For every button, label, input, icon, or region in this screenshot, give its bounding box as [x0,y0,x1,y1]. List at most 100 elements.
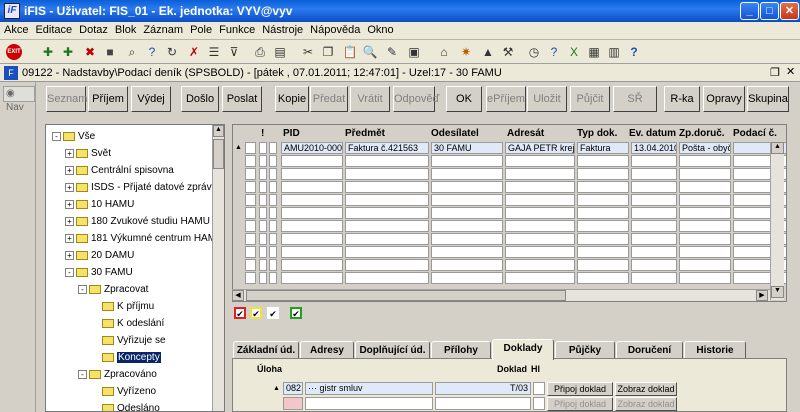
row-checkbox[interactable] [245,168,256,180]
grid-cell[interactable] [505,220,575,232]
grid-cell[interactable]: Faktura [577,142,629,154]
save-icon[interactable]: ■ [102,44,118,60]
legend-check-white[interactable]: ✔ [267,307,279,319]
tree-node[interactable]: Vyřízeno [91,384,156,400]
menu-item-2[interactable]: Dotaz [75,22,111,36]
row-flag-cell[interactable] [269,233,277,245]
tree-scrollbar[interactable]: ▲ [212,125,224,411]
window-icon[interactable]: ▣ [406,44,422,60]
row-checkbox[interactable] [245,220,256,232]
grid-cell[interactable] [345,246,429,258]
menu-item-4[interactable]: Záznam [139,22,186,36]
row-flag-cell[interactable] [259,246,267,258]
doklad-code-cell[interactable]: 082 [283,382,303,395]
find-icon[interactable]: ? [144,44,160,60]
grid-cell[interactable] [505,233,575,245]
grid-scroll-down[interactable]: ▼ [771,286,784,298]
menu-item-7[interactable]: Nástroje [258,22,306,36]
button-skupina[interactable]: Skupina [747,86,789,112]
button-epříjem[interactable]: ePříjem [486,86,526,112]
zobraz-doklad-button-2[interactable]: Zobraz doklad [615,397,677,411]
doklad-value-cell-empty[interactable] [435,397,531,410]
row-checkbox[interactable] [245,155,256,167]
grid-cell[interactable] [505,181,575,193]
grid-cell[interactable] [505,155,575,167]
button-opravy[interactable]: Opravy [703,86,745,112]
row-flag-cell[interactable] [269,181,277,193]
nav-button[interactable]: ◉ Nav [3,86,35,113]
inner-close-icon[interactable]: ✕ [786,65,795,78]
copy-icon[interactable]: ❐ [320,44,336,60]
tab-4[interactable]: Doklady [492,339,554,360]
expand-icon[interactable]: + [65,216,74,226]
grid-cell[interactable] [577,168,629,180]
legend-check-red[interactable]: ✔ [234,307,246,319]
row-flag-cell[interactable] [259,181,267,193]
tree-node[interactable]: - 30 FAMU [65,265,133,281]
maximize-button[interactable]: □ [760,2,779,20]
expand-icon[interactable]: + [65,199,74,209]
tree-node[interactable]: K odeslání [91,316,164,332]
grid-cell[interactable] [281,259,343,271]
grid-cell[interactable] [281,194,343,206]
restore-icon[interactable]: ❐ [770,66,780,79]
grid-cell[interactable] [679,220,731,232]
grid-cell[interactable] [679,233,731,245]
grid-cell[interactable] [679,168,731,180]
exit-icon[interactable]: EXIT [6,44,22,60]
tab-1[interactable]: Adresy [300,341,354,359]
tree-node[interactable]: - Vše [52,129,95,145]
list-icon[interactable]: ☰ [206,44,222,60]
grid-cell[interactable] [577,194,629,206]
grid-cell[interactable] [431,259,503,271]
tab-6[interactable]: Doručení [616,341,683,359]
grid-cell[interactable] [281,220,343,232]
row-flag-cell[interactable] [269,259,277,271]
menu-item-0[interactable]: Akce [0,22,31,36]
row-flag-cell[interactable] [269,155,277,167]
button-seznam[interactable]: Seznam [46,86,87,112]
grid-cell[interactable] [577,246,629,258]
tree-node[interactable]: Odesláno [91,401,160,411]
grid-cell[interactable] [505,194,575,206]
row-checkbox[interactable] [245,233,256,245]
row-checkbox[interactable] [245,207,256,219]
grid-cell[interactable] [431,207,503,219]
grid-cell[interactable]: GAJA PETR krejčí [505,142,575,154]
grid-cell[interactable]: 30 FAMU [431,142,503,154]
grid-cell[interactable]: 13.04.2010 [631,142,677,154]
grid-hscroll-thumb[interactable] [246,290,566,301]
menu-item-9[interactable]: Okno [363,22,396,36]
tools-icon[interactable]: ⚒ [500,44,516,60]
row-checkbox[interactable] [245,259,256,271]
row-flag-cell[interactable] [259,220,267,232]
button-vrátit[interactable]: Vrátit [350,86,390,112]
grid-cell[interactable] [281,168,343,180]
doklad-code-cell-empty[interactable] [283,397,303,410]
grid-cell[interactable] [281,246,343,258]
tree-node[interactable]: +20 DAMU [65,248,134,264]
row-checkbox[interactable] [245,194,256,206]
row-checkbox[interactable] [245,272,256,284]
button-r-ka[interactable]: R-ka [664,86,700,112]
legend-check-green[interactable]: ✔ [290,307,302,319]
grid-cell[interactable] [679,155,731,167]
menu-item-3[interactable]: Blok [111,22,139,36]
row-flag-cell[interactable] [259,207,267,219]
chart-icon[interactable]: ▲ [480,44,496,60]
doklad-hl-check-empty[interactable] [533,397,545,410]
building-icon[interactable]: ⌂ [436,44,452,60]
button-kopie[interactable]: Kopie [275,86,309,112]
grid-cell[interactable] [345,181,429,193]
grid-cell[interactable]: AMU2010-0000 [281,142,343,154]
grid-icon[interactable]: ▦ [586,44,602,60]
grid-cell[interactable] [345,155,429,167]
row-flag-cell[interactable] [259,155,267,167]
pripoj-doklad-button-2[interactable]: Připoj doklad [547,397,613,411]
grid-cell[interactable] [631,272,677,284]
notes-icon[interactable]: ▥ [606,44,622,60]
button-odpověď[interactable]: Odpověď [393,86,439,112]
grid-cell[interactable]: Pošta - obyče [679,142,731,154]
grid-cell[interactable] [577,233,629,245]
grid-cell[interactable] [631,181,677,193]
